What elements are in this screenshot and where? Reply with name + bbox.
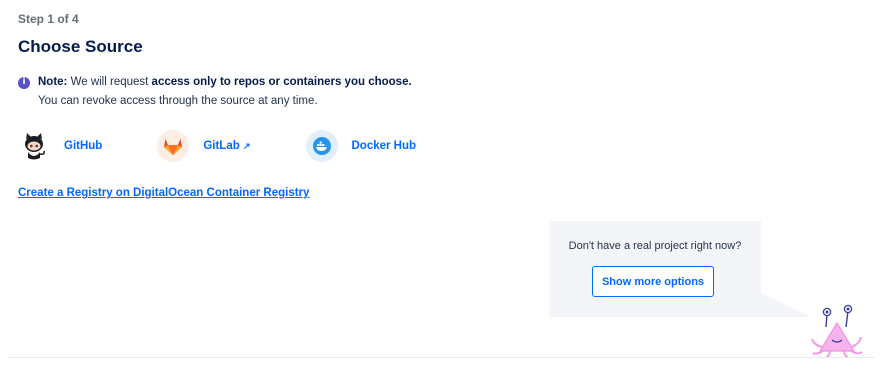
access-note: i Note: We will request access only to r… (18, 73, 412, 111)
source-gitlab-label: GitLab ↗ (203, 140, 250, 152)
sammy-mascot-icon (806, 303, 868, 364)
promo-panel: Don't have a real project right now? Sho… (549, 221, 761, 317)
note-emphasis: access only to repos or containers you c… (151, 76, 412, 88)
note-line-2: You can revoke access through the source… (38, 95, 318, 107)
source-github[interactable]: GitHub (18, 130, 102, 162)
source-dockerhub[interactable]: Docker Hub (305, 130, 417, 162)
source-gitlab[interactable]: GitLab ↗ (157, 130, 251, 162)
source-list: GitHub GitLab ↗ Docker Hub (18, 130, 416, 162)
note-text: We will request (67, 76, 152, 88)
bottom-divider (8, 357, 874, 358)
gitlab-label-text: GitLab (203, 140, 240, 152)
gitlab-logo-icon (157, 130, 190, 162)
source-github-label: GitHub (64, 140, 103, 152)
external-link-icon: ↗ (242, 141, 251, 151)
info-icon: i (18, 76, 30, 89)
page-title: Choose Source (18, 37, 143, 56)
create-registry-link[interactable]: Create a Registry on DigitalOcean Contai… (18, 187, 309, 199)
show-more-options-button[interactable]: Show more options (592, 266, 714, 297)
github-logo-icon (18, 130, 50, 162)
source-dockerhub-label: Docker Hub (351, 140, 417, 152)
promo-speech-tail (761, 293, 811, 317)
step-indicator: Step 1 of 4 (18, 12, 79, 26)
note-line-1: Note: We will request access only to rep… (38, 73, 412, 92)
promo-text: Don't have a real project right now? (568, 240, 742, 252)
note-prefix: Note: (38, 76, 68, 88)
docker-logo-icon (305, 130, 338, 162)
